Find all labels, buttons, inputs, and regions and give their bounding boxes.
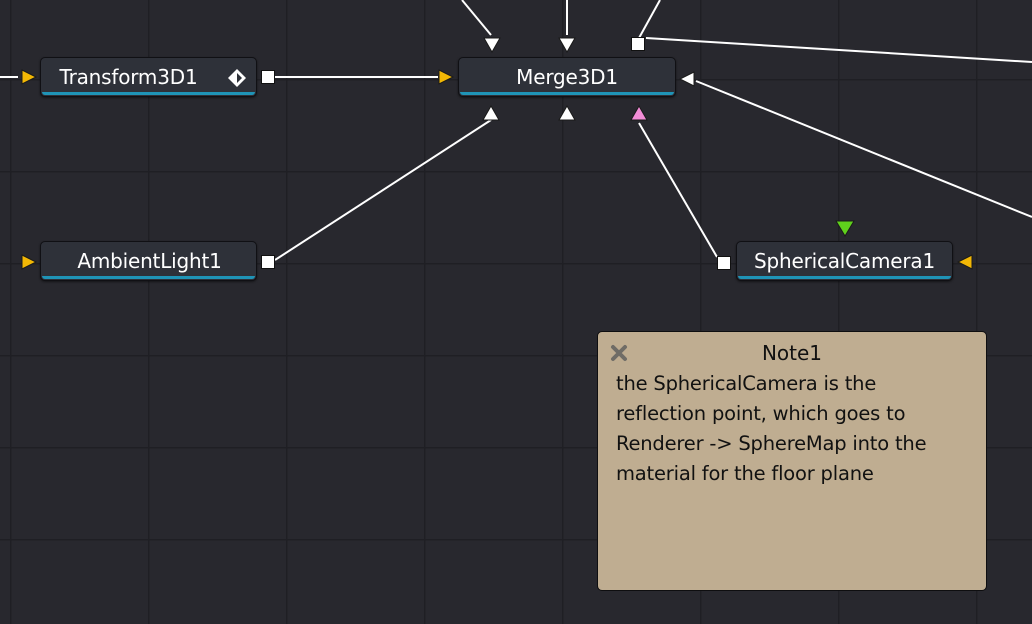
node-merge3d1[interactable]: Merge3D1	[458, 57, 676, 97]
note-line: material for the floor plane	[616, 462, 874, 485]
wire-right-into-merge	[695, 80, 1032, 218]
node-label: Merge3D1	[516, 65, 618, 89]
node-sphericalcamera1[interactable]: SphericalCamera1	[736, 241, 953, 281]
input-triangle-pink[interactable]	[630, 105, 648, 121]
diamond-icon[interactable]	[227, 68, 247, 88]
input-triangle-white[interactable]	[558, 105, 576, 121]
output-square[interactable]	[261, 70, 275, 84]
output-square[interactable]	[631, 37, 645, 51]
input-triangle-white[interactable]	[483, 37, 501, 53]
note-panel[interactable]: Note1 the SphericalCamera is the reflect…	[597, 331, 987, 591]
note-line: the SphericalCamera is the	[616, 372, 877, 395]
node-label: Transform3D1	[59, 65, 198, 89]
wire-camera-to-merge	[638, 122, 718, 258]
output-square[interactable]	[261, 255, 275, 269]
input-triangle-white[interactable]	[482, 105, 500, 121]
input-triangle-white[interactable]	[558, 37, 576, 53]
wire-ambient-to-merge	[274, 119, 492, 261]
note-line: reflection point, which goes to	[616, 402, 906, 425]
node-transform3d1[interactable]: Transform3D1	[40, 57, 257, 97]
input-triangle-yellow[interactable]	[957, 254, 973, 270]
input-triangle-yellow[interactable]	[21, 254, 37, 270]
note-body[interactable]: the SphericalCamera is the reflection po…	[616, 369, 966, 489]
wire-top-left	[461, 0, 492, 36]
note-title: Note1	[761, 341, 823, 365]
output-square[interactable]	[717, 256, 731, 270]
input-triangle-yellow[interactable]	[438, 69, 454, 85]
input-triangle-white[interactable]	[679, 71, 695, 87]
node-label: AmbientLight1	[77, 249, 222, 273]
wire-top-right	[638, 0, 661, 39]
input-triangle-yellow[interactable]	[21, 69, 37, 85]
note-line: Renderer -> SphereMap into the	[616, 432, 927, 455]
wire-merge-output-right	[645, 37, 1032, 63]
node-label: SphericalCamera1	[754, 249, 935, 273]
input-triangle-green[interactable]	[835, 220, 855, 237]
node-ambientlight1[interactable]: AmbientLight1	[40, 241, 257, 281]
